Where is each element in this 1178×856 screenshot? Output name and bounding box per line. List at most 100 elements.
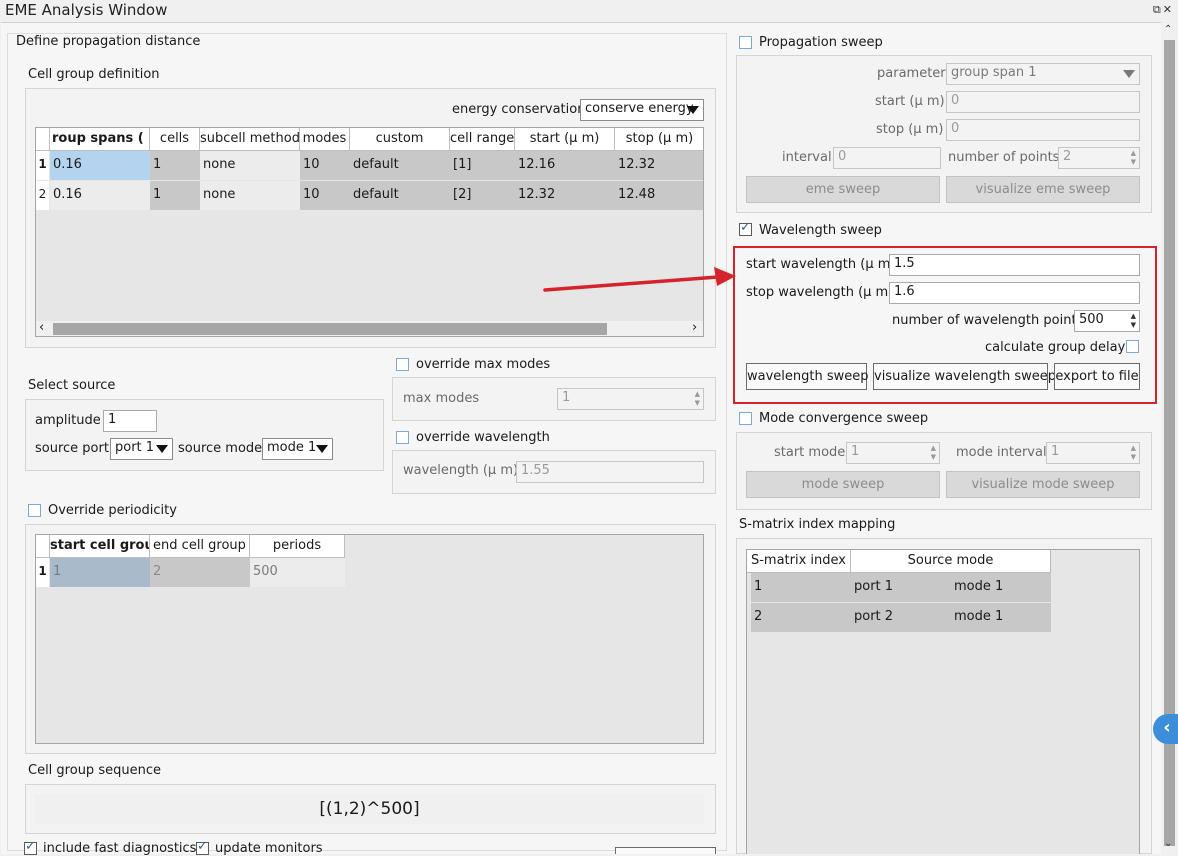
table-corner	[36, 535, 50, 558]
sweep-stop-label: stop (μ m)	[876, 122, 944, 137]
wavelength-sweep-checkbox[interactable]	[739, 220, 752, 236]
define-propagation-label: Define propagation distance	[16, 34, 201, 49]
table-cell[interactable]: 500	[250, 558, 345, 587]
mode-convergence-sweep-checkbox[interactable]	[739, 412, 752, 425]
sweep-stop-input[interactable]: 0	[946, 119, 1140, 141]
chevron-left-icon[interactable]: ‹	[39, 320, 44, 335]
chevron-right-icon[interactable]: ›	[692, 320, 697, 335]
override-periodicity-label: Override periodicity	[48, 503, 177, 518]
max-modes-input[interactable]: 1 ▲ ▼	[557, 388, 704, 410]
table-cell[interactable]: 12.32	[515, 181, 615, 210]
table-cell[interactable]: default	[350, 151, 450, 180]
interval-input[interactable]: 0	[833, 147, 941, 169]
column-header-source-mode[interactable]: Source mode	[851, 550, 1051, 573]
override-wavelength-checkbox[interactable]	[396, 431, 409, 444]
mode-interval-input[interactable]: 1 ▲ ▼	[1046, 442, 1140, 464]
table-cell[interactable]: 1	[751, 573, 851, 602]
spinner-arrows-icon[interactable]: ▲ ▼	[1131, 444, 1136, 462]
table-cell[interactable]: 10	[300, 181, 350, 210]
wavelength-input[interactable]: 1.55	[516, 461, 704, 483]
chevron-left-icon: ‹	[1163, 717, 1171, 738]
table-cell[interactable]: 1	[50, 558, 150, 587]
parameter-label: parameter	[877, 66, 946, 81]
update-monitors-checkbox[interactable]	[196, 839, 209, 855]
row-header[interactable]: 1	[36, 151, 49, 180]
number-of-points-input[interactable]: 2 ▲ ▼	[1058, 147, 1140, 169]
table-cell[interactable]: [1]	[450, 151, 515, 180]
mode-interval-label: mode interval	[956, 445, 1047, 460]
eme-sweep-button[interactable]: eme sweep	[746, 176, 940, 203]
chevron-down-icon[interactable]: ⌄	[1164, 838, 1172, 849]
column-header-modes[interactable]: modes	[300, 128, 350, 151]
column-header-smatrix-index[interactable]: S-matrix index	[747, 550, 851, 573]
table-cell[interactable]: port 2	[851, 603, 951, 632]
chevron-up-icon[interactable]: ⌃	[1164, 24, 1172, 35]
table-cell[interactable]: 0.16	[50, 151, 150, 180]
periodicity-table[interactable]: start cell group end cell group periods …	[35, 534, 704, 744]
spinner-arrows-icon[interactable]: ▲ ▼	[931, 444, 936, 462]
source-port-select[interactable]: port 1	[110, 438, 173, 460]
row-header[interactable]: 2	[36, 181, 49, 210]
spinner-arrows-icon[interactable]: ▲ ▼	[1131, 149, 1136, 167]
override-periodicity-checkbox[interactable]	[28, 504, 41, 517]
number-of-points-label: number of points	[948, 150, 1060, 165]
source-mode-label: source mode	[178, 441, 263, 456]
column-header-start-cell-group[interactable]: start cell group	[50, 535, 150, 558]
table-cell[interactable]: 12.32	[615, 151, 703, 180]
table-cell[interactable]: default	[350, 181, 450, 210]
table-cell[interactable]: port 1	[851, 573, 951, 602]
cell-group-sequence-label: Cell group sequence	[28, 763, 161, 778]
visualize-eme-sweep-button[interactable]: visualize eme sweep	[946, 176, 1140, 203]
table-cell[interactable]: 1	[150, 151, 200, 180]
cell-group-table[interactable]: roup spans ( μ m cells subcell method mo…	[35, 127, 704, 337]
table-cell[interactable]: mode 1	[951, 603, 1051, 632]
table-cell[interactable]: 12.48	[615, 181, 703, 210]
collapse-panel-tab[interactable]: ‹	[1153, 714, 1178, 744]
table-cell[interactable]: 10	[300, 151, 350, 180]
table-cell[interactable]: 2	[751, 603, 851, 632]
table-cell[interactable]: 0.16	[50, 181, 150, 210]
parameter-select[interactable]: group span 1	[946, 63, 1140, 85]
column-header-subcell-method[interactable]: subcell method	[200, 128, 300, 151]
amplitude-label: amplitude	[35, 413, 101, 428]
start-mode-input[interactable]: 1 ▲ ▼	[846, 442, 940, 464]
run-button[interactable]	[615, 847, 716, 854]
smatrix-mapping-label: S-matrix index mapping	[739, 517, 896, 532]
column-header-start[interactable]: start (μ m)	[515, 128, 615, 151]
max-modes-value: 1	[562, 390, 571, 405]
chevron-down-icon	[156, 445, 168, 453]
mode-sweep-button[interactable]: mode sweep	[746, 471, 940, 498]
table-cell[interactable]: mode 1	[951, 573, 1051, 602]
source-mode-select[interactable]: mode 1	[262, 438, 333, 460]
table-cell[interactable]: 2	[150, 558, 250, 587]
visualize-mode-sweep-button[interactable]: visualize mode sweep	[946, 471, 1140, 498]
row-header[interactable]: 1	[36, 558, 49, 587]
table-cell[interactable]: [2]	[450, 181, 515, 210]
column-header-end-cell-group[interactable]: end cell group	[150, 535, 250, 558]
column-header-stop[interactable]: stop (μ m)	[615, 128, 703, 151]
scrollbar-thumb[interactable]	[53, 323, 607, 335]
propagation-sweep-checkbox[interactable]	[739, 36, 752, 49]
include-fast-diagnostics-checkbox[interactable]	[24, 839, 37, 855]
column-header-cells[interactable]: cells	[150, 128, 200, 151]
table-cell[interactable]: 12.16	[515, 151, 615, 180]
smatrix-table[interactable]: S-matrix index Source mode 1 port 1 mode…	[746, 549, 1140, 854]
table-cell[interactable]: 1	[150, 181, 200, 210]
chevron-down-icon	[316, 445, 328, 453]
amplitude-input[interactable]: 1	[103, 410, 157, 432]
column-header-custom[interactable]: custom	[350, 128, 450, 151]
energy-conservation-label: energy conservation	[452, 102, 586, 117]
window-controls[interactable]: ⧉✕	[1153, 3, 1174, 17]
sweep-start-input[interactable]: 0	[946, 91, 1140, 113]
energy-conservation-select[interactable]: conserve energy	[580, 99, 704, 121]
override-max-modes-checkbox[interactable]	[396, 358, 409, 371]
table-cell[interactable]: none	[200, 151, 300, 180]
column-header-periods[interactable]: periods	[250, 535, 345, 558]
table-cell[interactable]: none	[200, 181, 300, 210]
horizontal-scrollbar[interactable]: ‹ ›	[36, 320, 703, 336]
column-header-cell-range[interactable]: cell range	[450, 128, 515, 151]
spinner-arrows-icon[interactable]: ▲ ▼	[695, 390, 700, 408]
source-port-label: source port	[35, 441, 109, 456]
annotation-highlight-box	[733, 246, 1157, 404]
column-header-group-spans[interactable]: roup spans ( μ m	[50, 128, 150, 151]
